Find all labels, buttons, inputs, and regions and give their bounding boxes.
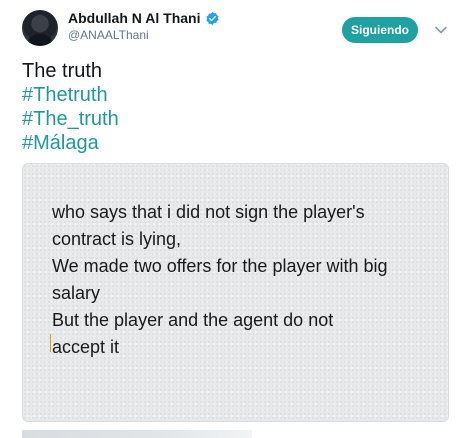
image-text: who says that i did not sign the player'… (52, 199, 388, 361)
image-text-line: We made two offers for the player with b… (52, 256, 388, 276)
verified-badge-icon (206, 11, 220, 25)
image-text-line: But the player and the agent do not (52, 310, 334, 330)
author-name-row[interactable]: Abdullah N Al Thani (68, 10, 220, 26)
tweet-text-line: The truth (22, 60, 103, 82)
image-text-line: accept it (52, 337, 120, 357)
image-text-line: salary (52, 283, 101, 303)
timestamp-row-clipped (22, 430, 252, 438)
tweet-header: Abdullah N Al Thani @ANAALThani Siguiend… (0, 0, 470, 56)
avatar[interactable] (22, 10, 58, 46)
following-button[interactable]: Siguiendo (342, 17, 418, 43)
author-display-name[interactable]: Abdullah N Al Thani (68, 10, 200, 26)
tweet-image[interactable]: who says that i did not sign the player'… (22, 163, 449, 422)
image-text-line: contract is lying, (52, 229, 182, 249)
hashtag-link[interactable]: #The_truth (22, 107, 119, 131)
chevron-down-icon[interactable] (434, 23, 448, 37)
hashtag-link[interactable]: #Málaga (22, 131, 119, 155)
text-cursor-mark (50, 334, 51, 352)
tweet-text: The truth #Thetruth #The_truth #Málaga (22, 59, 119, 155)
image-text-line: who says that i did not sign the player'… (52, 202, 365, 222)
hashtag-link[interactable]: #Thetruth (22, 83, 119, 107)
author-handle[interactable]: @ANAALThani (68, 28, 149, 42)
